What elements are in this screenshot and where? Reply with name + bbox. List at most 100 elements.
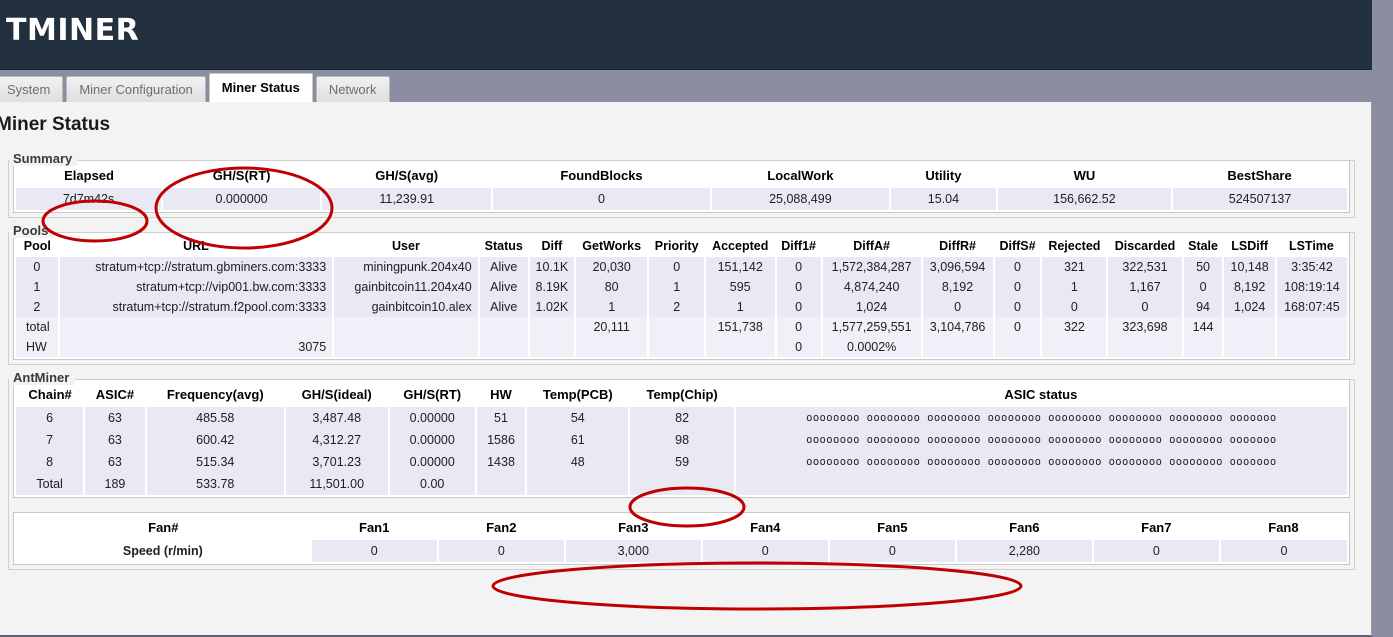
cell-rejected: 321: [1041, 257, 1109, 277]
cell-asic-status: oooooooo oooooooo oooooooo oooooooo oooo…: [734, 451, 1347, 473]
cell-asic: 63: [84, 429, 147, 451]
tab-miner-status[interactable]: Miner Status: [208, 73, 313, 102]
group-divider: [9, 160, 1354, 161]
cell-accepted: [704, 337, 777, 357]
cell-temp-chip: 82: [629, 407, 736, 429]
antminer-legend: AntMiner: [9, 370, 76, 385]
cell-user: miningpunk.204x40: [333, 257, 480, 277]
col-diff: Diff: [528, 235, 575, 257]
tab-network[interactable]: Network: [315, 76, 390, 102]
cell-diffs: 0: [993, 317, 1043, 337]
cell-accepted: 151,738: [704, 317, 777, 337]
cell-url: [58, 317, 335, 337]
cell-pool: 1: [16, 277, 60, 297]
cell-diffa: 1,024: [821, 297, 923, 317]
cell-lstime: 168:07:45: [1275, 297, 1347, 317]
cell-lsdiff: [1223, 337, 1277, 357]
cell-lstime: 3:35:42: [1275, 257, 1347, 277]
cell-diffa: 1,572,384,287: [821, 257, 923, 277]
col-discarded: Discarded: [1107, 235, 1183, 257]
cell-ghs-avg: 11,239.91: [321, 188, 494, 210]
cell-hw: 1438: [475, 451, 528, 473]
cell-priority: 1: [648, 277, 706, 297]
cell-temp-chip: 98: [629, 429, 736, 451]
cell-lsdiff: 8,192: [1223, 277, 1277, 297]
col-localwork: LocalWork: [710, 163, 891, 188]
tab-list: System Miner Configuration Miner Status …: [0, 73, 390, 102]
col-gh-s-rt: GH/S(RT): [388, 382, 476, 407]
table-row: HW 3075 0 0.0002%: [16, 337, 1347, 357]
cell-stale: 0: [1182, 277, 1225, 297]
cell-rejected: 1: [1041, 277, 1109, 297]
col-hw: HW: [475, 382, 527, 407]
app-header: TMINER: [0, 0, 1393, 70]
col-utility: Utility: [890, 163, 997, 188]
cell-diffr: 3,104,786: [921, 317, 995, 337]
cell-elapsed: 7d7m42s: [16, 188, 164, 210]
col-gh-s-ideal: GH/S(ideal): [284, 382, 389, 407]
cell-diffa: 0.0002%: [821, 337, 923, 357]
col-pool: Pool: [16, 235, 59, 257]
cell-frequency-avg: 533.78: [145, 473, 286, 495]
col-stale: Stale: [1182, 235, 1224, 257]
ant-icon: [0, 6, 4, 48]
cell-stale: [1182, 337, 1225, 357]
cell-asic: 63: [84, 451, 147, 473]
table-row: Total 189 533.78 11,501.00 0.00: [16, 473, 1347, 495]
col-fan3: Fan3: [564, 515, 702, 540]
cell-url: stratum+tcp://stratum.gbminers.com:3333: [58, 257, 335, 277]
cell-user: [333, 317, 480, 337]
page-title: Miner Status: [0, 114, 111, 135]
cell-diff: 8.19K: [528, 277, 576, 297]
cell-pool: total: [16, 317, 60, 337]
col-accepted: Accepted: [704, 235, 776, 257]
col-lstime: LSTime: [1275, 235, 1347, 257]
cell-status: [478, 317, 530, 337]
fan-body: Fan# Fan1 Fan2 Fan3 Fan4 Fan5 Fan6 Fan7 Fan8 Spe…: [13, 512, 1350, 565]
cell-diffa: 4,874,240: [821, 277, 923, 297]
cell-user: gainbitcoin10.alex: [333, 297, 480, 317]
tab-miner-configuration[interactable]: Miner Configuration: [66, 76, 206, 102]
col-foundblocks: FoundBlocks: [492, 163, 711, 188]
cell-lsdiff: 1,024: [1223, 297, 1277, 317]
cell-pool: 2: [16, 297, 60, 317]
cell-priority: [648, 337, 706, 357]
col-lsdiff: LSDiff: [1223, 235, 1276, 257]
cell-temp-pcb: [526, 473, 631, 495]
tab-system[interactable]: System: [0, 76, 64, 102]
col-rejected: Rejected: [1041, 235, 1108, 257]
cell-diff1: 0: [775, 337, 823, 357]
cell-diffa: 1,577,259,551: [821, 317, 923, 337]
cell-discarded: 1,167: [1107, 277, 1184, 297]
cell-discarded: 323,698: [1107, 317, 1184, 337]
cell-diffs: 0: [993, 277, 1043, 297]
cell-chain: 8: [16, 451, 86, 473]
cell-getworks: 80: [574, 277, 650, 297]
col-priority: Priority: [648, 235, 705, 257]
antminer-group: AntMiner Chain# ASIC# Frequency(avg) GH/S(i…: [8, 370, 1355, 570]
cell-rejected: 322: [1041, 317, 1109, 337]
cell-lstime: [1275, 337, 1347, 357]
cell-fan2-speed: 0: [437, 540, 566, 562]
col-bestshare: BestShare: [1172, 163, 1347, 188]
col-asic: ASIC#: [84, 382, 146, 407]
cell-diff1: 0: [775, 297, 823, 317]
cell-fan5-speed: 0: [828, 540, 957, 562]
cell-getworks: [574, 337, 650, 357]
cell-priority: [648, 317, 706, 337]
cell-diff: 10.1K: [528, 257, 576, 277]
summary-legend: Summary: [9, 151, 79, 166]
cell-getworks: 1: [574, 297, 650, 317]
cell-gh-s-rt: 0.00: [388, 473, 477, 495]
cell-asic-status: oooooooo oooooooo oooooooo oooooooo oooo…: [734, 407, 1347, 429]
cell-diff1: 0: [775, 277, 823, 297]
cell-gh-s-ideal: 3,701.23: [284, 451, 390, 473]
cell-user: gainbitcoin11.204x40: [333, 277, 480, 297]
col-fan8: Fan8: [1219, 515, 1347, 540]
cell-gh-s-ideal: 4,312.27: [284, 429, 390, 451]
cell-diff: [528, 317, 576, 337]
cell-pool: HW: [16, 337, 60, 357]
col-chain: Chain#: [16, 382, 85, 407]
cell-gh-s-ideal: 3,487.48: [284, 407, 390, 429]
cell-rejected: 0: [1041, 297, 1109, 317]
